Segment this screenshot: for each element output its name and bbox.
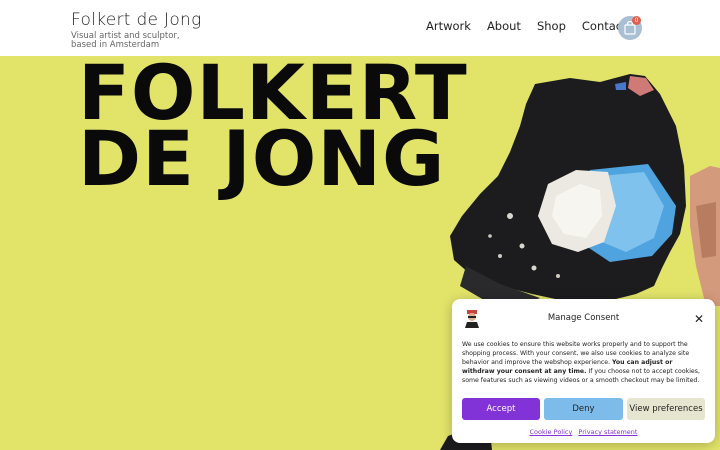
hero-title: FOLKERT DE JONG: [78, 56, 468, 203]
consent-title: Manage Consent: [547, 313, 620, 323]
cookie-policy-link[interactable]: Cookie Policy: [530, 428, 573, 436]
site-title[interactable]: Folkert de Jong: [71, 10, 202, 30]
privacy-statement-link[interactable]: Privacy statement: [578, 428, 637, 436]
view-preferences-button[interactable]: View preferences: [627, 398, 705, 420]
brand[interactable]: Folkert de Jong Visual artist and sculpt…: [71, 10, 202, 50]
accept-button[interactable]: Accept: [462, 398, 540, 420]
main-nav: Artwork About Shop Contact: [426, 19, 627, 33]
cookie-consent-dialog: Manage Consent ✕ We use cookies to ensur…: [452, 299, 715, 443]
deny-button[interactable]: Deny: [544, 398, 623, 420]
nav-item-shop[interactable]: Shop: [537, 19, 566, 33]
cart-count-badge: 0: [632, 16, 641, 25]
site-tagline: Visual artist and sculptor, based in Ams…: [71, 31, 180, 50]
consent-body: We use cookies to ensure this website wo…: [462, 340, 705, 385]
hero-title-line2: DE JONG: [78, 114, 446, 203]
nav-item-about[interactable]: About: [487, 19, 521, 33]
site-header: Folkert de Jong Visual artist and sculpt…: [0, 0, 720, 56]
nav-item-artwork[interactable]: Artwork: [426, 19, 471, 33]
close-icon[interactable]: ✕: [694, 313, 704, 325]
consent-links: Cookie Policy Privacy statement: [452, 428, 715, 436]
